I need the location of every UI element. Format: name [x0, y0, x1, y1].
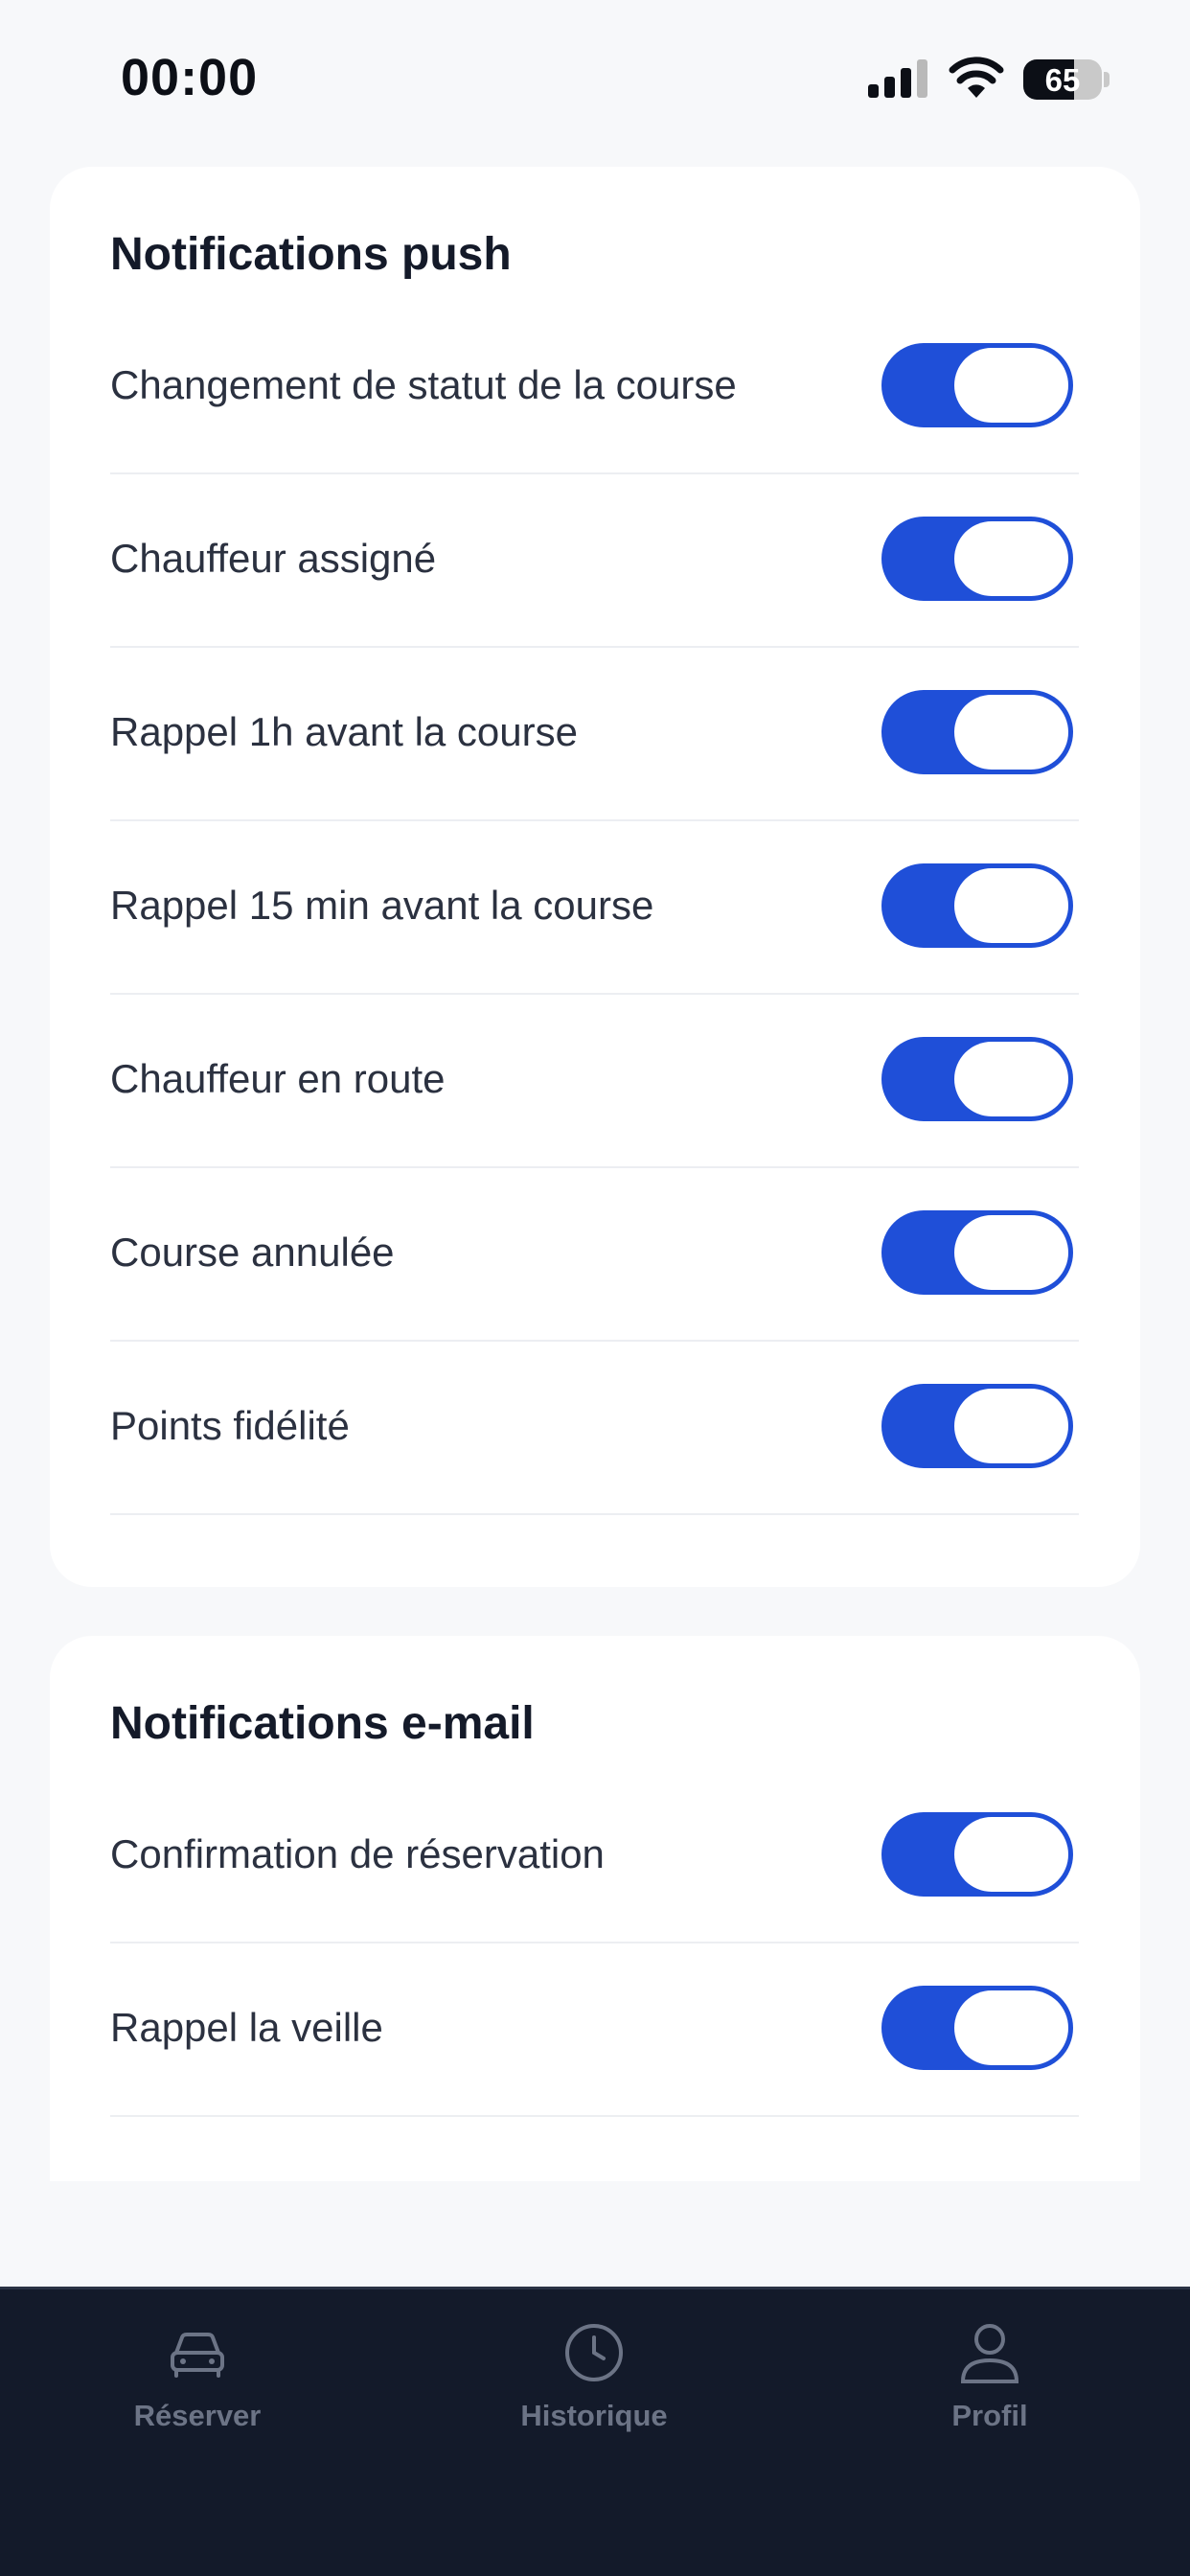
setting-row-ride-cancelled: Course annulée [110, 1168, 1079, 1342]
tab-label: Profil [951, 2399, 1028, 2432]
setting-row-driver-assigned: Chauffeur assigné [110, 474, 1079, 648]
user-icon [960, 2324, 1019, 2383]
setting-row-status-change: Changement de statut de la course [110, 301, 1079, 474]
setting-label: Changement de statut de la course [110, 362, 737, 407]
setting-row-loyalty-points: Points fidélité [110, 1342, 1079, 1515]
clock-icon [565, 2324, 623, 2381]
toggle-knob [954, 1042, 1068, 1116]
setting-label: Confirmation de réservation [110, 1831, 605, 1876]
setting-label: Rappel 15 min avant la course [110, 883, 654, 928]
toggle-knob [954, 1215, 1068, 1290]
driver-en-route-toggle[interactable] [881, 1037, 1073, 1121]
setting-label: Rappel la veille [110, 2005, 383, 2050]
reminder-1h-toggle[interactable] [881, 690, 1073, 774]
booking-confirmation-toggle[interactable] [881, 1812, 1073, 1897]
ride-cancelled-toggle[interactable] [881, 1210, 1073, 1295]
setting-row-day-before-reminder: Rappel la veille [110, 1944, 1079, 2117]
toggle-knob [954, 1817, 1068, 1892]
toggle-knob [954, 1990, 1068, 2065]
settings-scroll-area[interactable]: Notifications push Changement de statut … [0, 167, 1190, 2181]
status-change-toggle[interactable] [881, 343, 1073, 427]
toggle-knob [954, 695, 1068, 770]
setting-label: Rappel 1h avant la course [110, 709, 578, 754]
status-bar: 00:00 65 [0, 0, 1190, 153]
battery-icon: 65 [1023, 59, 1110, 100]
loyalty-points-toggle[interactable] [881, 1384, 1073, 1468]
email-notifications-card: Notifications e-mail Confirmation de rés… [50, 1636, 1140, 2181]
setting-label: Chauffeur en route [110, 1056, 446, 1101]
toggle-knob [954, 868, 1068, 943]
car-icon [171, 2333, 224, 2378]
setting-label: Course annulée [110, 1230, 395, 1275]
tab-reserver[interactable]: Réserver [54, 2318, 341, 2452]
setting-label: Chauffeur assigné [110, 536, 437, 581]
battery-level: 65 [1044, 62, 1081, 98]
driver-assigned-toggle[interactable] [881, 517, 1073, 601]
email-settings-list: Confirmation de réservation Rappel la ve… [110, 1770, 1079, 2117]
setting-label: Points fidélité [110, 1403, 350, 1448]
setting-row-booking-confirmation: Confirmation de réservation [110, 1770, 1079, 1944]
tab-historique[interactable]: Historique [450, 2318, 738, 2452]
toggle-knob [954, 348, 1068, 423]
tab-label: Historique [520, 2399, 668, 2432]
day-before-reminder-toggle[interactable] [881, 1986, 1073, 2070]
email-section-title: Notifications e-mail [110, 1698, 535, 1749]
tab-profil[interactable]: Profil [846, 2318, 1133, 2452]
push-section-title: Notifications push [110, 229, 512, 280]
cellular-signal-icon [868, 59, 927, 98]
reminder-15min-toggle[interactable] [881, 863, 1073, 948]
setting-row-reminder-15min: Rappel 15 min avant la course [110, 821, 1079, 995]
setting-row-driver-en-route: Chauffeur en route [110, 995, 1079, 1168]
notification-settings-screen: 00:00 65 Notifications push Changement d… [0, 0, 1190, 2576]
wifi-icon [949, 57, 1004, 98]
toggle-knob [954, 521, 1068, 596]
push-notifications-card: Notifications push Changement de statut … [50, 167, 1140, 1587]
status-time: 00:00 [121, 49, 259, 106]
push-settings-list: Changement de statut de la course Chauff… [110, 301, 1079, 1515]
bottom-tab-bar: Réserver Historique Profil [0, 2287, 1190, 2576]
toggle-knob [954, 1389, 1068, 1463]
tab-label: Réserver [133, 2399, 262, 2432]
setting-row-reminder-1h: Rappel 1h avant la course [110, 648, 1079, 821]
